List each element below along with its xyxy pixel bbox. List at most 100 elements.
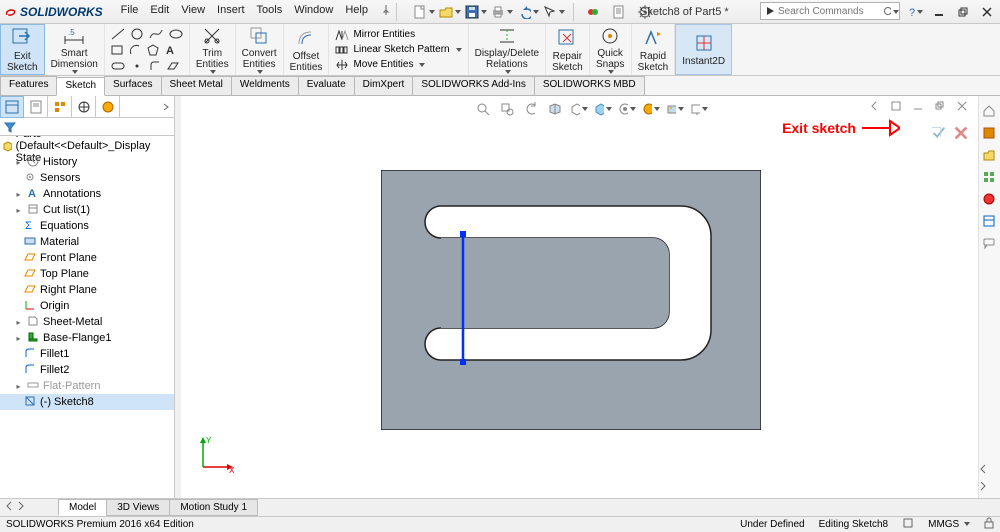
rect-icon[interactable] <box>111 44 123 59</box>
tab-weldments[interactable]: Weldments <box>231 76 299 95</box>
tree-item-origin[interactable]: Origin <box>0 298 174 314</box>
tree-item-top-plane[interactable]: Top Plane <box>0 266 174 282</box>
convert-entities-button[interactable]: Convert Entities <box>236 24 284 75</box>
print-button[interactable] <box>491 2 513 22</box>
line-icon[interactable] <box>111 28 125 43</box>
tree-item-base-flange1[interactable]: ▸Base-Flange1 <box>0 330 174 346</box>
tree-root[interactable]: Part5 (Default<<Default>_Display State <box>0 138 174 154</box>
status-lock-icon[interactable] <box>984 517 994 532</box>
panel-more-tab[interactable] <box>120 96 174 118</box>
expand-taskpane-icon[interactable] <box>978 464 988 477</box>
file-explorer-icon[interactable] <box>980 146 998 164</box>
property-manager-tab[interactable] <box>24 96 48 118</box>
bottom-tab-motion[interactable]: Motion Study 1 <box>169 499 258 516</box>
menu-file[interactable]: File <box>121 4 139 19</box>
config-manager-tab[interactable] <box>48 96 72 118</box>
tree-item-sensors[interactable]: Sensors <box>0 170 174 186</box>
menu-edit[interactable]: Edit <box>150 4 169 19</box>
spline-icon[interactable] <box>149 28 163 43</box>
dimxpert-manager-tab[interactable] <box>72 96 96 118</box>
fillet-icon[interactable] <box>149 60 161 75</box>
menu-window[interactable]: Window <box>294 4 333 19</box>
file-properties-button[interactable] <box>608 2 630 22</box>
restore-button[interactable] <box>954 4 972 20</box>
tab-surfaces[interactable]: Surfaces <box>104 76 161 95</box>
expand-icon[interactable]: ▸ <box>14 190 23 199</box>
display-delete-relations-button[interactable]: Display/Delete Relations <box>469 24 546 75</box>
trim-entities-button[interactable]: Trim Entities <box>190 24 236 75</box>
polygon-icon[interactable] <box>147 44 159 59</box>
arc-icon[interactable] <box>129 44 141 59</box>
sketch-ok-icon[interactable] <box>930 124 948 145</box>
hide-show-icon[interactable] <box>618 100 636 118</box>
forum-icon[interactable] <box>980 234 998 252</box>
menu-help[interactable]: Help <box>345 4 368 19</box>
new-button[interactable] <box>413 2 435 22</box>
search-input[interactable] <box>776 5 899 18</box>
tree-item-equations[interactable]: ΣEquations <box>0 218 174 234</box>
graphics-area[interactable]: Exit sketch <box>181 96 1000 498</box>
viewport-minimize-icon[interactable] <box>910 98 926 114</box>
ellipse-icon[interactable] <box>169 28 183 43</box>
minimize-button[interactable] <box>930 4 948 20</box>
section-view-icon[interactable] <box>546 100 564 118</box>
tab-evaluate[interactable]: Evaluate <box>298 76 355 95</box>
expand-icon[interactable]: ▸ <box>14 318 23 327</box>
tab-dimxpert[interactable]: DimXpert <box>354 76 414 95</box>
tab-sketch[interactable]: Sketch <box>56 77 105 96</box>
expand-icon[interactable]: ▸ <box>14 334 23 343</box>
circle-icon[interactable] <box>131 28 143 43</box>
menu-view[interactable]: View <box>181 4 205 19</box>
tree-item-material-not-specified-[interactable]: Material <box>0 234 174 250</box>
viewport-close-icon[interactable] <box>954 98 970 114</box>
tree-item-flat-pattern[interactable]: ▸Flat-Pattern <box>0 378 174 394</box>
view-palette-icon[interactable] <box>980 168 998 186</box>
menu-insert[interactable]: Insert <box>217 4 245 19</box>
undo-button[interactable] <box>517 2 539 22</box>
bottom-scroll-left-icon[interactable] <box>4 501 14 514</box>
menu-pin-icon[interactable] <box>380 4 392 19</box>
filter-row[interactable] <box>0 118 174 136</box>
menu-tools[interactable]: Tools <box>257 4 283 19</box>
offset-entities-button[interactable]: Offset Entities <box>284 24 330 75</box>
viewport-restore-icon[interactable] <box>932 98 948 114</box>
viewport-doc-icon[interactable] <box>888 98 904 114</box>
smart-dimension-button[interactable]: .5 Smart Dimension <box>45 24 105 75</box>
instant2d-button[interactable]: Instant2D <box>675 24 732 75</box>
search-go-button[interactable] <box>882 4 900 20</box>
tree-item-right-plane[interactable]: Right Plane <box>0 282 174 298</box>
search-commands[interactable] <box>760 2 900 20</box>
mirror-entities-button[interactable]: Mirror Entities <box>335 28 461 41</box>
rebuild-button[interactable] <box>582 2 604 22</box>
zoom-area-icon[interactable] <box>498 100 516 118</box>
rapid-sketch-button[interactable]: Rapid Sketch <box>632 24 676 75</box>
tree-item-cut-list-1-[interactable]: ▸Cut list(1) <box>0 202 174 218</box>
zoom-fit-icon[interactable] <box>474 100 492 118</box>
tree-item--sketch8[interactable]: (-) Sketch8 <box>0 394 174 410</box>
tab-features[interactable]: Features <box>0 76 57 95</box>
edit-appearance-icon[interactable] <box>642 100 660 118</box>
linear-pattern-button[interactable]: Linear Sketch Pattern <box>335 43 461 56</box>
display-manager-tab[interactable] <box>96 96 120 118</box>
tab-addins[interactable]: SOLIDWORKS Add-Ins <box>412 76 534 95</box>
slot-icon[interactable] <box>111 61 125 74</box>
sketch-cancel-icon[interactable] <box>952 124 970 145</box>
expand-icon[interactable]: ▸ <box>14 158 23 167</box>
point-icon[interactable] <box>131 60 143 75</box>
tree-item-annotations[interactable]: ▸AAnnotations <box>0 186 174 202</box>
tree-item-fillet1[interactable]: Fillet1 <box>0 346 174 362</box>
previous-view-icon[interactable] <box>522 100 540 118</box>
view-settings-icon[interactable] <box>690 100 708 118</box>
save-button[interactable] <box>465 2 487 22</box>
feature-manager-tab[interactable] <box>0 96 24 118</box>
collapse-taskpane-icon[interactable] <box>978 481 988 494</box>
help-button[interactable]: ? <box>906 4 924 20</box>
quick-snaps-button[interactable]: Quick Snaps <box>590 24 632 75</box>
repair-sketch-button[interactable]: Repair Sketch <box>546 24 590 75</box>
plane-sketch-icon[interactable] <box>167 60 179 75</box>
view-orientation-icon[interactable] <box>570 100 588 118</box>
exit-sketch-button[interactable]: Exit Sketch <box>0 24 45 75</box>
open-button[interactable] <box>439 2 461 22</box>
bottom-tab-model[interactable]: Model <box>58 499 107 516</box>
viewport-prev-icon[interactable] <box>866 98 882 114</box>
